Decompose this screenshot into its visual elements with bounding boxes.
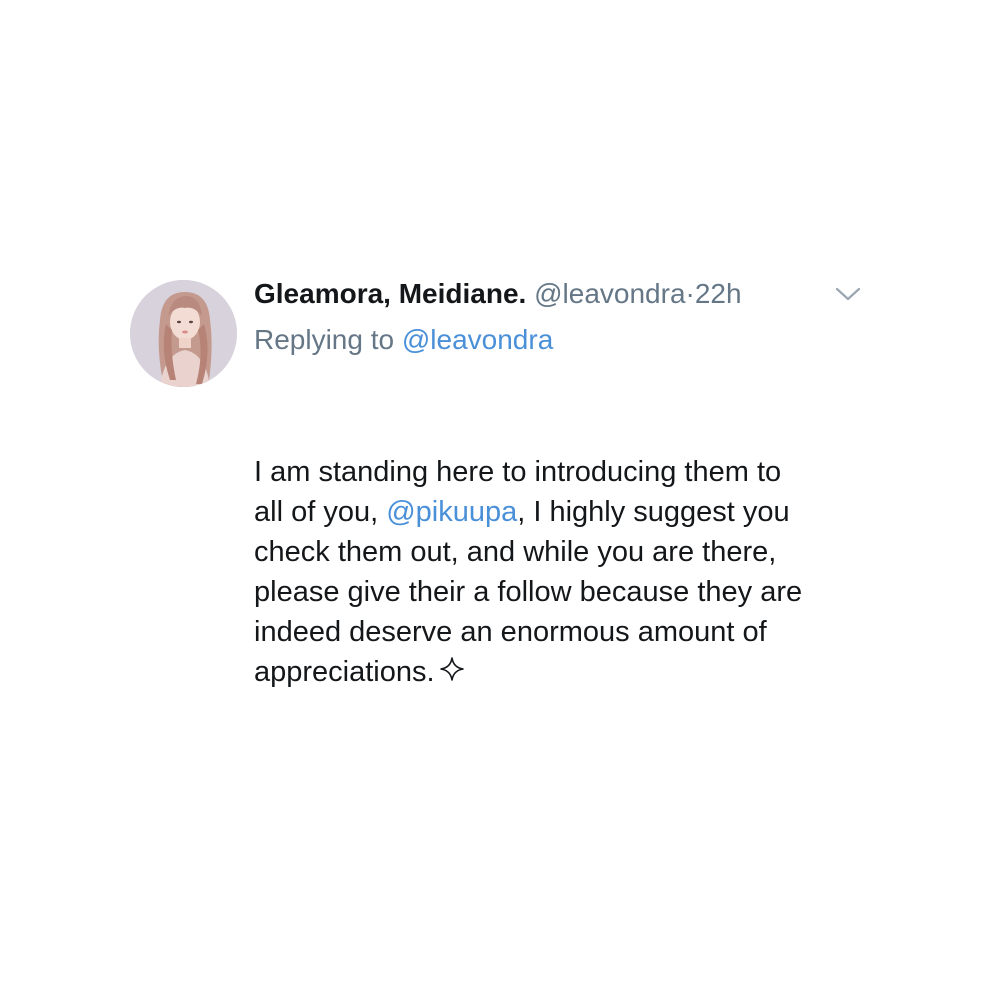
reply-mention-link[interactable]: @leavondra — [402, 324, 553, 355]
mention-link[interactable]: @pikuupa — [386, 496, 517, 528]
avatar-image — [130, 280, 237, 387]
tweet-text-segment: all of you, — [254, 496, 379, 528]
user-handle[interactable]: @leavondra — [534, 278, 685, 309]
separator-dot: · — [685, 278, 695, 309]
reply-context: Replying to @leavondra — [254, 320, 553, 360]
tweet-line: I am standing here to introducing them t… — [254, 456, 782, 488]
avatar[interactable] — [130, 280, 237, 387]
tweet-header: Gleamora, Meidiane. @leavondra·22h — [254, 274, 894, 314]
tweet-line: indeed deserve an enormous amount of — [254, 616, 767, 648]
tweet-page: Gleamora, Meidiane. @leavondra·22h Reply… — [0, 0, 1000, 1000]
tweet-text-segment: , I highly suggest you — [517, 496, 790, 528]
tweet-text: I am standing here to introducing them t… — [254, 452, 894, 693]
sparkle-icon — [439, 653, 465, 693]
reply-prefix: Replying to — [254, 324, 395, 355]
tweet-line: all of you, @pikuupa, I highly suggest y… — [254, 492, 894, 532]
timestamp[interactable]: 22h — [695, 278, 742, 309]
display-name[interactable]: Gleamora, Meidiane. — [254, 278, 526, 309]
tweet-line: check them out, and while you are there, — [254, 536, 777, 568]
chevron-down-icon[interactable] — [834, 284, 862, 304]
tweet-line: please give their a follow because they … — [254, 576, 803, 608]
tweet-line: appreciations. — [254, 652, 894, 693]
tweet-text-segment: appreciations. — [254, 656, 435, 688]
